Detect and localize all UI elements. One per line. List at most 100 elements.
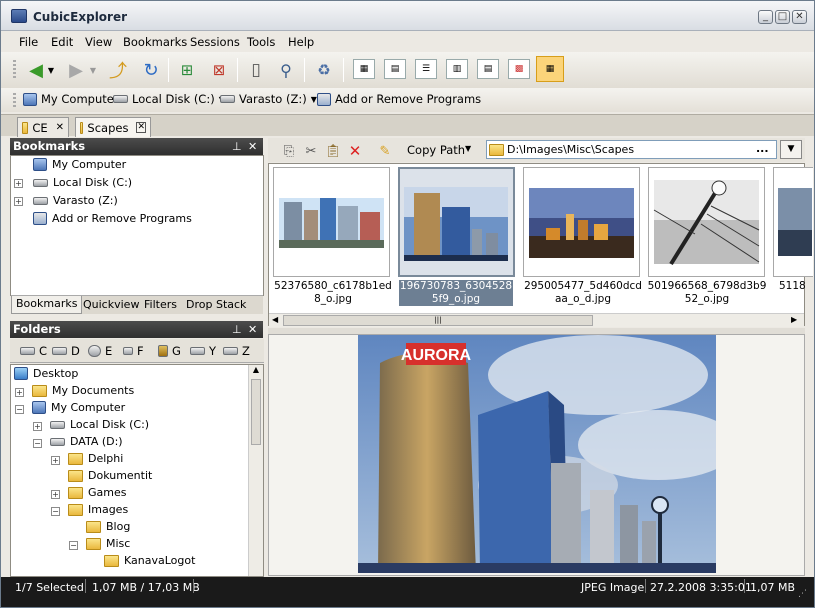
tab-scapes[interactable]: Scapes ✕	[75, 117, 151, 137]
expand-icon[interactable]: +	[51, 456, 60, 465]
bookmark-local-disk[interactable]: Local Disk (C:)	[33, 176, 132, 189]
view-list-icon[interactable]: ☰	[415, 59, 437, 79]
thumbnail-item[interactable]	[773, 167, 813, 277]
expand-icon[interactable]: +	[51, 490, 60, 499]
refresh-icon[interactable]: ↻	[138, 57, 164, 83]
bookmark-varasto[interactable]: Varasto (Z:)	[33, 194, 118, 207]
menu-sessions[interactable]: Sessions	[190, 35, 240, 49]
thumbnail-item[interactable]	[648, 167, 765, 277]
expand-icon[interactable]: +	[14, 197, 23, 206]
tree-item-blog[interactable]: Blog	[86, 520, 130, 533]
forward-arrow-icon[interactable]: ▶	[63, 57, 89, 83]
linkbar-grip[interactable]	[13, 93, 16, 108]
tree-item-dokumentit[interactable]: Dokumentit	[68, 469, 152, 482]
bookmark-my-computer[interactable]: My Computer	[33, 158, 126, 171]
address-dropdown-icon[interactable]: ▼	[780, 140, 802, 159]
collapse-icon[interactable]: −	[51, 507, 60, 516]
copy-path-button[interactable]: Copy Path	[407, 143, 465, 157]
up-folder-icon[interactable]: ⤴	[105, 57, 131, 83]
menu-bookmarks[interactable]: Bookmarks	[123, 35, 187, 49]
drive-z-button[interactable]: Z	[223, 344, 250, 358]
bookmark-add-remove[interactable]: Add or Remove Programs	[33, 212, 192, 225]
tree-item-images[interactable]: Images	[68, 503, 128, 516]
tree-item-games[interactable]: Games	[68, 486, 126, 499]
link-local-disk[interactable]: Local Disk (C:) ▼	[113, 92, 225, 106]
new-tab-icon[interactable]: ⊞	[174, 57, 200, 83]
document-icon[interactable]: ▯	[243, 57, 269, 83]
panel-close-icon[interactable]: ✕	[248, 322, 257, 338]
subtab-filters[interactable]: Filters	[144, 298, 177, 311]
search-icon[interactable]: ⚲	[273, 57, 299, 83]
tree-item-delphi[interactable]: Delphi	[68, 452, 123, 465]
expand-icon[interactable]: +	[33, 422, 42, 431]
view-large-icons-icon[interactable]: ▦	[353, 59, 375, 79]
menu-view[interactable]: View	[85, 35, 112, 49]
thumbnail-item[interactable]	[273, 167, 390, 277]
copy-path-dropdown-icon[interactable]: ▼	[465, 144, 471, 153]
pin-icon[interactable]: ⊥	[232, 322, 242, 338]
menu-edit[interactable]: Edit	[51, 35, 73, 49]
thumbnail-item[interactable]	[523, 167, 640, 277]
expand-icon[interactable]: +	[15, 388, 24, 397]
menu-tools[interactable]: Tools	[247, 35, 275, 49]
drive-f-button[interactable]: F	[123, 344, 144, 358]
tab-close-icon[interactable]: ✕	[136, 122, 146, 133]
back-dropdown-icon[interactable]: ▼	[45, 57, 57, 83]
view-filmstrip-icon[interactable]: ▩	[508, 59, 530, 79]
minimize-button[interactable]: _	[758, 10, 773, 24]
collapse-icon[interactable]: −	[33, 439, 42, 448]
tree-scrollbar[interactable]: ▲	[248, 365, 263, 576]
view-thumbnails-icon[interactable]: ▦	[536, 56, 564, 82]
tree-item-kanavalogot[interactable]: KanavaLogot	[104, 554, 195, 567]
drive-g-button[interactable]: G	[158, 344, 181, 358]
scroll-right-icon[interactable]: ▶	[791, 315, 797, 324]
link-add-remove-programs[interactable]: Add or Remove Programs	[317, 92, 481, 106]
forward-dropdown-icon[interactable]: ▼	[87, 57, 99, 83]
scroll-left-icon[interactable]: ◀	[272, 315, 278, 324]
tree-item-my-computer[interactable]: My Computer	[32, 401, 125, 414]
expand-icon[interactable]: +	[14, 179, 23, 188]
preview-sign-text: AURORA	[401, 347, 472, 364]
maximize-button[interactable]: □	[775, 10, 790, 24]
subtab-quickview[interactable]: Quickview	[83, 298, 139, 311]
chevron-down-icon[interactable]: ▼	[311, 95, 317, 104]
scroll-thumb[interactable]	[251, 379, 261, 445]
drive-c-button[interactable]: C	[20, 344, 47, 358]
thumbnail-item-selected[interactable]	[398, 167, 515, 277]
scroll-up-icon[interactable]: ▲	[249, 365, 263, 379]
close-button[interactable]: ✕	[792, 10, 807, 24]
subtab-drop-stack[interactable]: Drop Stack	[186, 298, 246, 311]
pin-icon[interactable]: ⊥	[232, 139, 242, 155]
address-field[interactable]: D:\Images\Misc\Scapes	[486, 140, 777, 159]
tree-item-local-disk[interactable]: Local Disk (C:)	[50, 418, 149, 431]
collapse-icon[interactable]: −	[15, 405, 24, 414]
view-tiles-icon[interactable]: ▤	[477, 59, 499, 79]
tab-close-icon[interactable]: ✕	[56, 122, 64, 133]
drive-d-button[interactable]: D	[52, 344, 80, 358]
view-details-icon[interactable]: ▥	[446, 59, 468, 79]
menu-help[interactable]: Help	[288, 35, 314, 49]
view-small-icons-icon[interactable]: ▤	[384, 59, 406, 79]
close-tab-icon[interactable]: ⊠	[206, 57, 232, 83]
tree-item-data-d[interactable]: DATA (D:)	[50, 435, 123, 448]
drive-y-button[interactable]: Y	[190, 344, 216, 358]
tree-item-misc[interactable]: Misc	[86, 537, 130, 550]
panel-close-icon[interactable]: ✕	[248, 139, 257, 155]
drive-e-button[interactable]: E	[88, 344, 112, 358]
rename-icon[interactable]: ✎	[372, 138, 398, 164]
tree-item-desktop[interactable]: Desktop	[14, 367, 78, 380]
link-my-computer[interactable]: My Computer	[23, 92, 119, 106]
toolbar-grip[interactable]	[13, 60, 16, 80]
thumbnail-scrollbar[interactable]: ◀ ||| ▶	[269, 313, 804, 327]
browse-button[interactable]: ...	[756, 142, 769, 155]
recycle-bin-icon[interactable]: ♻	[311, 57, 337, 83]
subtab-bookmarks[interactable]: Bookmarks	[11, 296, 83, 314]
resize-grip-icon[interactable]: ⋰	[798, 589, 807, 599]
tab-ce[interactable]: CE ✕	[17, 117, 69, 137]
link-varasto[interactable]: Varasto (Z:) ▼	[220, 92, 317, 106]
collapse-icon[interactable]: −	[69, 541, 78, 550]
scroll-thumb[interactable]: |||	[283, 315, 593, 326]
tree-item-my-documents[interactable]: My Documents	[32, 384, 134, 397]
menu-file[interactable]: File	[19, 35, 38, 49]
delete-icon[interactable]: ✕	[342, 138, 368, 164]
